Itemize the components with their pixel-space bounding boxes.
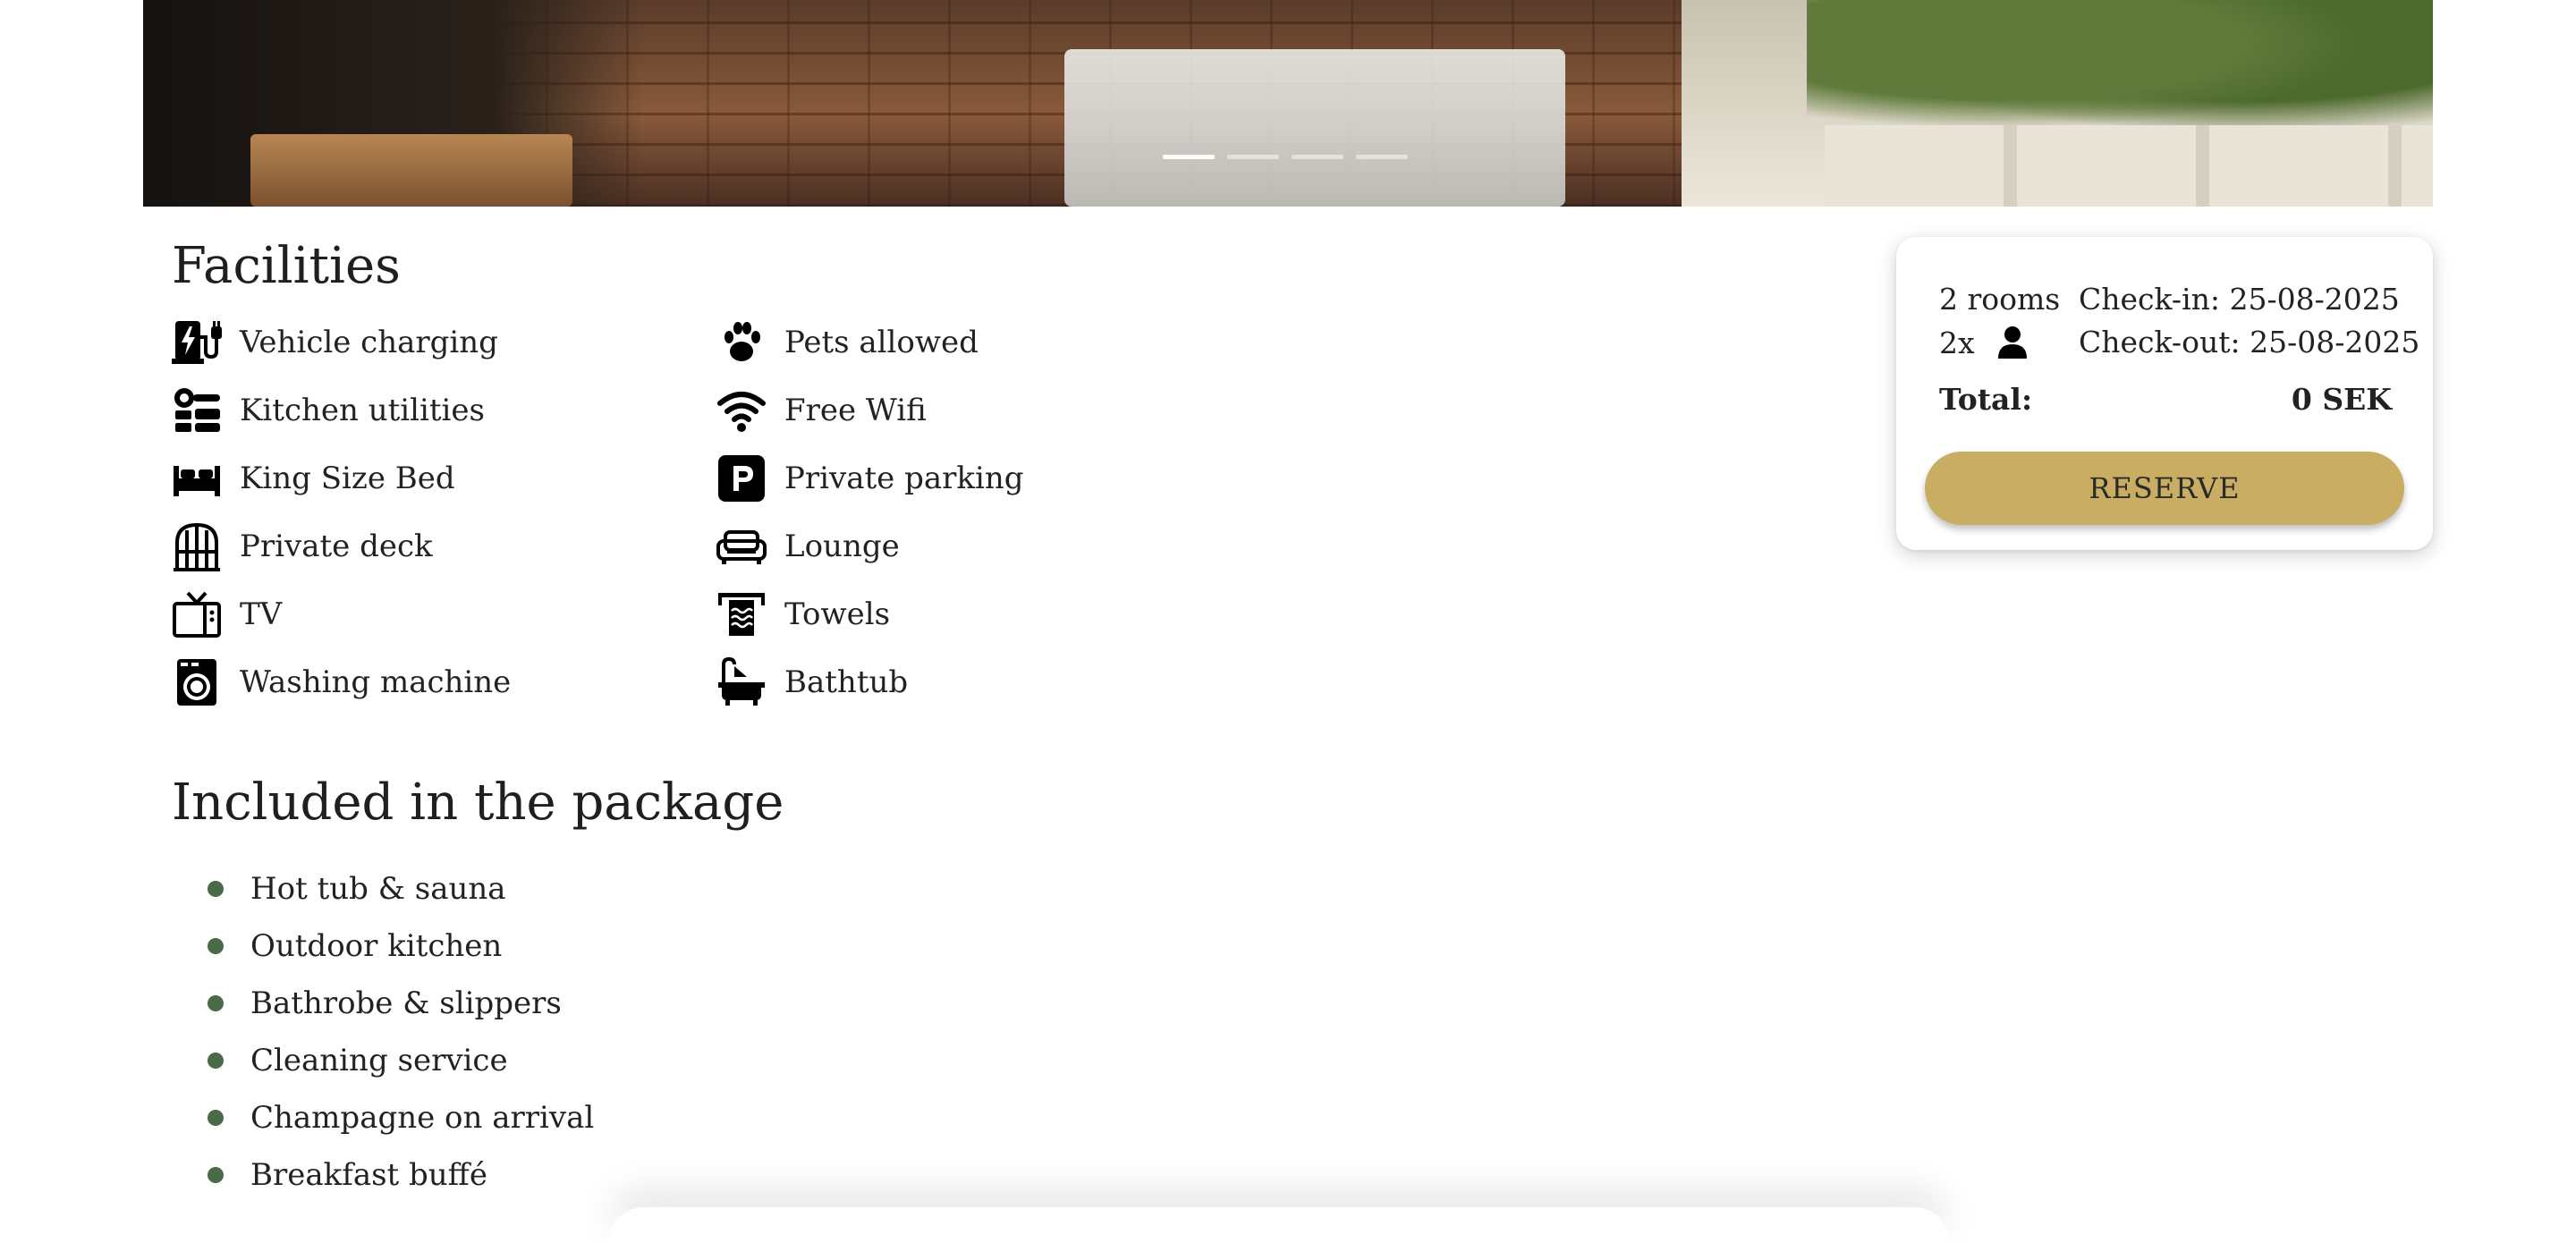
list-item: Hot tub & sauna [208, 860, 594, 917]
bullet-icon [208, 1053, 224, 1069]
tv-icon [172, 590, 225, 638]
bullet-icon [208, 1110, 224, 1126]
facility-item: TV [172, 590, 716, 638]
hero-plants [1807, 0, 2433, 143]
bullet-icon [208, 1167, 224, 1183]
hero-image [143, 0, 2433, 207]
package-item-label: Cleaning service [250, 1043, 508, 1078]
carousel-dot[interactable] [1292, 155, 1343, 159]
bottom-panel-edge [608, 1207, 1950, 1243]
facilities-heading: Facilities [172, 237, 401, 295]
list-item: Cleaning service [208, 1032, 594, 1089]
package-item-label: Breakfast buffé [250, 1157, 487, 1193]
guest-count-label: 2x [1939, 325, 1975, 360]
package-item-label: Bathrobe & slippers [250, 985, 562, 1021]
parking-icon [716, 454, 770, 503]
list-item: Champagne on arrival [208, 1089, 594, 1146]
checkout-date: Check-out: 25-08-2025 [2079, 325, 2420, 359]
checkin-date: Check-in: 25-08-2025 [2079, 282, 2400, 317]
kitchen-utilities-icon [172, 386, 225, 435]
carousel-dot[interactable] [1356, 155, 1408, 159]
bullet-icon [208, 995, 224, 1011]
couch-icon [716, 522, 770, 571]
list-item: Outdoor kitchen [208, 917, 594, 975]
facilities-list: Vehicle charging Pets allowed Kitchen ut… [172, 318, 1156, 706]
list-item: Bathrobe & slippers [208, 975, 594, 1032]
washing-machine-icon [172, 658, 225, 706]
bathtub-icon [716, 657, 770, 706]
facility-item: Bathtub [716, 657, 1164, 706]
facility-label: TV [240, 596, 283, 632]
ev-charging-icon [172, 318, 225, 367]
paw-icon [716, 318, 770, 367]
facility-item: King Size Bed [172, 454, 716, 503]
package-item-label: Hot tub & sauna [250, 871, 506, 907]
list-item: Breakfast buffé [208, 1146, 594, 1204]
carousel-indicators [1163, 155, 1408, 159]
facility-item: Kitchen utilities [172, 386, 716, 435]
carousel-dot[interactable] [1163, 155, 1215, 159]
bullet-icon [208, 881, 224, 897]
carousel-dot[interactable] [1227, 155, 1279, 159]
facility-label: King Size Bed [240, 461, 455, 496]
facility-item: Private deck [172, 522, 716, 571]
facility-label: Lounge [784, 528, 900, 564]
facility-label: Pets allowed [784, 325, 979, 360]
bullet-icon [208, 938, 224, 954]
hero-containers [1064, 49, 1565, 207]
facility-item: Private parking [716, 454, 1164, 503]
guest-count: 2x [1939, 325, 2030, 360]
facility-label: Towels [784, 596, 891, 632]
facility-item: Washing machine [172, 658, 716, 706]
booking-card: 2 rooms Check-in: 25-08-2025 2x Check-ou… [1896, 237, 2433, 550]
deck-icon [172, 522, 225, 571]
package-item-label: Champagne on arrival [250, 1100, 595, 1136]
facility-item: Pets allowed [716, 318, 1164, 367]
facility-label: Private parking [784, 461, 1024, 496]
facility-label: Bathtub [784, 664, 909, 700]
facility-label: Private deck [240, 528, 433, 564]
bed-icon [172, 454, 225, 503]
rooms-count: 2 rooms [1939, 282, 2061, 317]
package-heading: Included in the package [172, 774, 784, 832]
person-icon [1997, 326, 2027, 359]
reserve-button[interactable]: RESERVE [1925, 452, 2404, 525]
facility-label: Free Wifi [784, 393, 927, 428]
facility-label: Washing machine [240, 664, 512, 700]
towel-icon [716, 590, 770, 638]
package-list: Hot tub & sauna Outdoor kitchen Bathrobe… [208, 860, 594, 1204]
facility-item: Free Wifi [716, 386, 1164, 435]
total-label: Total: [1939, 382, 2033, 417]
wifi-icon [716, 386, 770, 435]
facility-item: Lounge [716, 522, 1164, 571]
facility-label: Vehicle charging [240, 325, 498, 360]
facility-label: Kitchen utilities [240, 393, 485, 428]
hero-pots [1825, 125, 2433, 207]
facility-item: Towels [716, 590, 1164, 638]
package-item-label: Outdoor kitchen [250, 928, 503, 964]
hero-cutting-board [250, 134, 572, 207]
facility-item: Vehicle charging [172, 318, 716, 367]
total-value: 0 SEK [2291, 382, 2392, 417]
